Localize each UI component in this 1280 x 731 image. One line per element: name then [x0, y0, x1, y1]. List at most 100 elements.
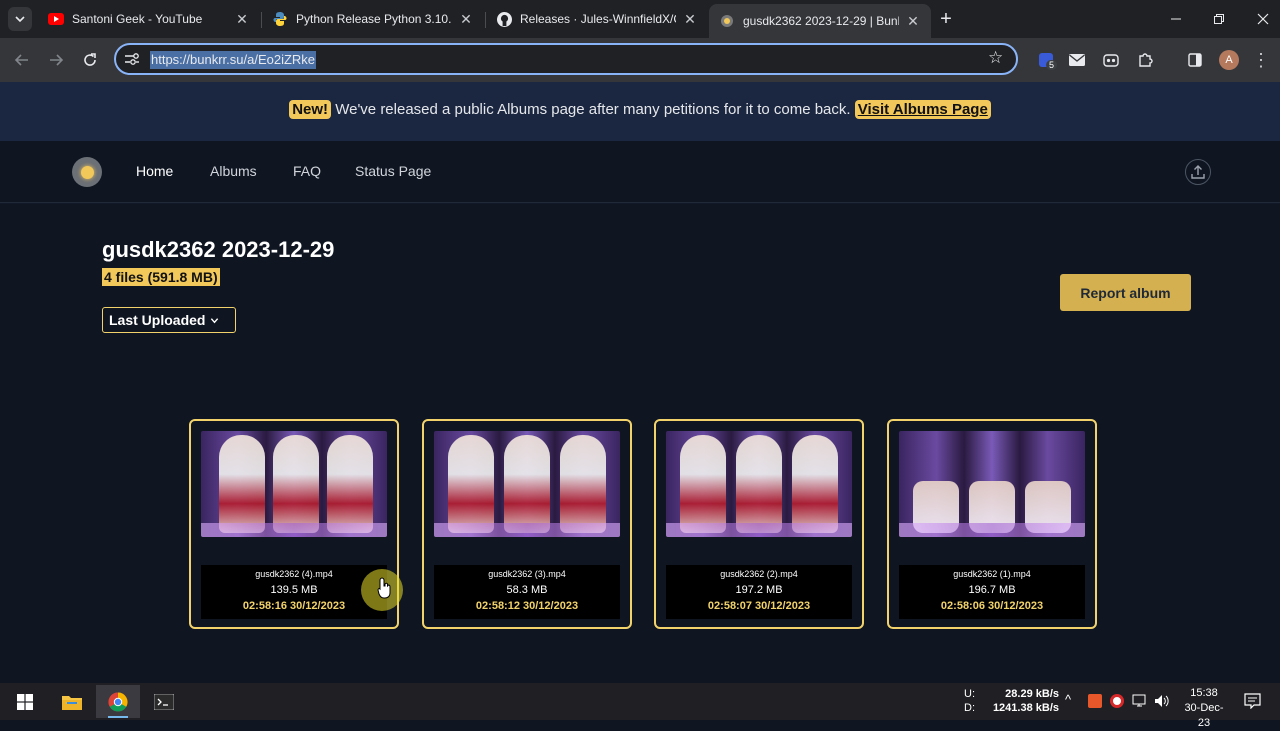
close-window-button[interactable]: [1251, 7, 1275, 31]
file-meta: gusdk2362 (4).mp4 139.5 MB 02:58:16 30/1…: [201, 565, 387, 619]
terminal-app[interactable]: [142, 685, 186, 718]
visit-albums-link[interactable]: Visit Albums Page: [854, 100, 991, 119]
file-explorer-app[interactable]: [50, 685, 94, 718]
nav-albums[interactable]: Albums: [210, 163, 257, 179]
volume-icon[interactable]: [1154, 694, 1170, 708]
album-title: gusdk2362 2023-12-29: [102, 237, 335, 262]
arrow-right-icon: [50, 54, 64, 66]
video-thumbnail[interactable]: [201, 431, 387, 537]
file-name[interactable]: gusdk2362 (1).mp4: [899, 569, 1085, 579]
tab-title: gusdk2362 2023-12-29 | Bunkr: [743, 14, 899, 28]
chrome-app[interactable]: [96, 685, 140, 718]
file-meta: gusdk2362 (2).mp4 197.2 MB 02:58:07 30/1…: [666, 565, 852, 619]
file-meta: gusdk2362 (3).mp4 58.3 MB 02:58:12 30/12…: [434, 565, 620, 619]
upload-button[interactable]: [1185, 159, 1211, 185]
file-size: 197.2 MB: [735, 584, 783, 596]
side-panel-button[interactable]: [1183, 48, 1207, 72]
video-thumbnail[interactable]: [899, 431, 1085, 537]
reload-button[interactable]: [78, 48, 102, 72]
site-navbar: Home Albums FAQ Status Page: [0, 141, 1280, 203]
cookie-extension-button[interactable]: [1099, 48, 1123, 72]
upload-speed: 28.29 kB/s: [1005, 688, 1059, 700]
download-label: D:: [964, 702, 975, 714]
tab-youtube[interactable]: Santoni Geek - YouTube ✕: [38, 4, 260, 34]
chrome-icon: [108, 692, 128, 712]
chevron-up-icon[interactable]: ^: [1065, 692, 1071, 707]
notification-icon[interactable]: [1244, 693, 1261, 709]
report-album-label: Report album: [1080, 284, 1171, 301]
network-speed-widget: U: 28.29 kB/s D: 1241.38 kB/s: [964, 687, 1059, 715]
close-icon[interactable]: ✕: [234, 11, 250, 28]
address-bar[interactable]: https://bunkrr.su/a/Eo2iZRke ☆: [114, 43, 1018, 75]
close-icon[interactable]: ✕: [682, 11, 698, 28]
clock-time: 15:38: [1190, 687, 1218, 699]
system-clock[interactable]: 15:38 30-Dec-23: [1180, 686, 1228, 731]
close-icon: [1257, 13, 1269, 25]
file-name[interactable]: gusdk2362 (3).mp4: [434, 569, 620, 579]
mail-extension-button[interactable]: [1065, 48, 1089, 72]
file-name[interactable]: gusdk2362 (2).mp4: [666, 569, 852, 579]
minimize-icon: [1171, 18, 1181, 20]
file-card[interactable]: gusdk2362 (1).mp4 196.7 MB 02:58:06 30/1…: [887, 419, 1097, 629]
file-card[interactable]: gusdk2362 (2).mp4 197.2 MB 02:58:07 30/1…: [654, 419, 864, 629]
profile-button[interactable]: A: [1217, 48, 1241, 72]
nav-faq[interactable]: FAQ: [293, 163, 321, 179]
close-icon[interactable]: ✕: [458, 11, 474, 28]
github-icon: [496, 11, 512, 27]
robot-icon: [1103, 54, 1119, 67]
puzzle-icon: [1139, 53, 1153, 67]
tab-title: Santoni Geek - YouTube: [72, 12, 203, 26]
file-size: 58.3 MB: [506, 584, 548, 596]
tray-app-icon[interactable]: [1088, 694, 1102, 708]
video-thumbnail[interactable]: [434, 431, 620, 537]
url-text[interactable]: https://bunkrr.su/a/Eo2iZRke: [150, 51, 317, 69]
reload-icon: [84, 53, 96, 66]
site-logo[interactable]: [72, 157, 102, 187]
browser-tab-strip: Santoni Geek - YouTube ✕ Python Release …: [0, 0, 1280, 38]
file-date: 02:58:07 30/12/2023: [707, 600, 811, 612]
file-date: 02:58:06 30/12/2023: [940, 600, 1044, 612]
nav-status-page[interactable]: Status Page: [355, 163, 431, 179]
bookmark-star-icon[interactable]: ☆: [988, 48, 1003, 68]
arrow-left-icon: [14, 54, 28, 66]
nav-home[interactable]: Home: [136, 163, 173, 179]
extensions-menu-button[interactable]: [1133, 48, 1157, 72]
new-tab-button[interactable]: +: [934, 7, 958, 31]
album-summary: 4 files (591.8 MB): [102, 268, 220, 286]
restore-icon: [1214, 14, 1224, 24]
tab-bunkr[interactable]: gusdk2362 2023-12-29 | Bunkr ✕: [709, 4, 931, 38]
forward-button[interactable]: [44, 48, 68, 72]
back-button[interactable]: [10, 48, 34, 72]
windows-logo-icon: [17, 693, 33, 710]
sort-dropdown[interactable]: Last Uploaded: [102, 307, 236, 333]
bunkr-icon: [719, 13, 735, 29]
file-date: 02:58:12 30/12/2023: [475, 600, 579, 612]
sort-selected: Last Uploaded: [109, 312, 206, 328]
folder-icon: [62, 695, 82, 710]
more-vertical-icon: ⋮: [1252, 49, 1270, 70]
upload-label: U:: [964, 688, 975, 700]
tab-github[interactable]: Releases · Jules-WinnfieldX/Cyb ✕: [486, 4, 708, 34]
clock-date: 30-Dec-23: [1184, 702, 1224, 729]
file-name[interactable]: gusdk2362 (4).mp4: [201, 569, 387, 579]
file-card[interactable]: gusdk2362 (3).mp4 58.3 MB 02:58:12 30/12…: [422, 419, 632, 629]
minimize-button[interactable]: [1164, 7, 1188, 31]
upload-icon: [1191, 165, 1205, 179]
restore-button[interactable]: [1207, 7, 1231, 31]
tab-search-button[interactable]: [8, 7, 32, 31]
chrome-menu-button[interactable]: ⋮: [1249, 48, 1273, 72]
python-icon: [272, 11, 288, 27]
tab-python[interactable]: Python Release Python 3.10.8 | ✕: [262, 4, 484, 34]
report-album-button[interactable]: Report album: [1060, 274, 1191, 311]
site-settings-icon[interactable]: [124, 52, 140, 71]
close-icon[interactable]: ✕: [905, 13, 921, 30]
record-icon[interactable]: [1110, 694, 1124, 708]
start-button[interactable]: [3, 685, 47, 718]
video-thumbnail[interactable]: [666, 431, 852, 537]
avatar: A: [1219, 50, 1239, 70]
extension-button[interactable]: 5: [1034, 48, 1058, 72]
network-icon[interactable]: [1132, 694, 1148, 708]
youtube-icon: [48, 11, 64, 27]
file-date: 02:58:16 30/12/2023: [242, 600, 346, 612]
chevron-down-icon: [15, 16, 25, 23]
